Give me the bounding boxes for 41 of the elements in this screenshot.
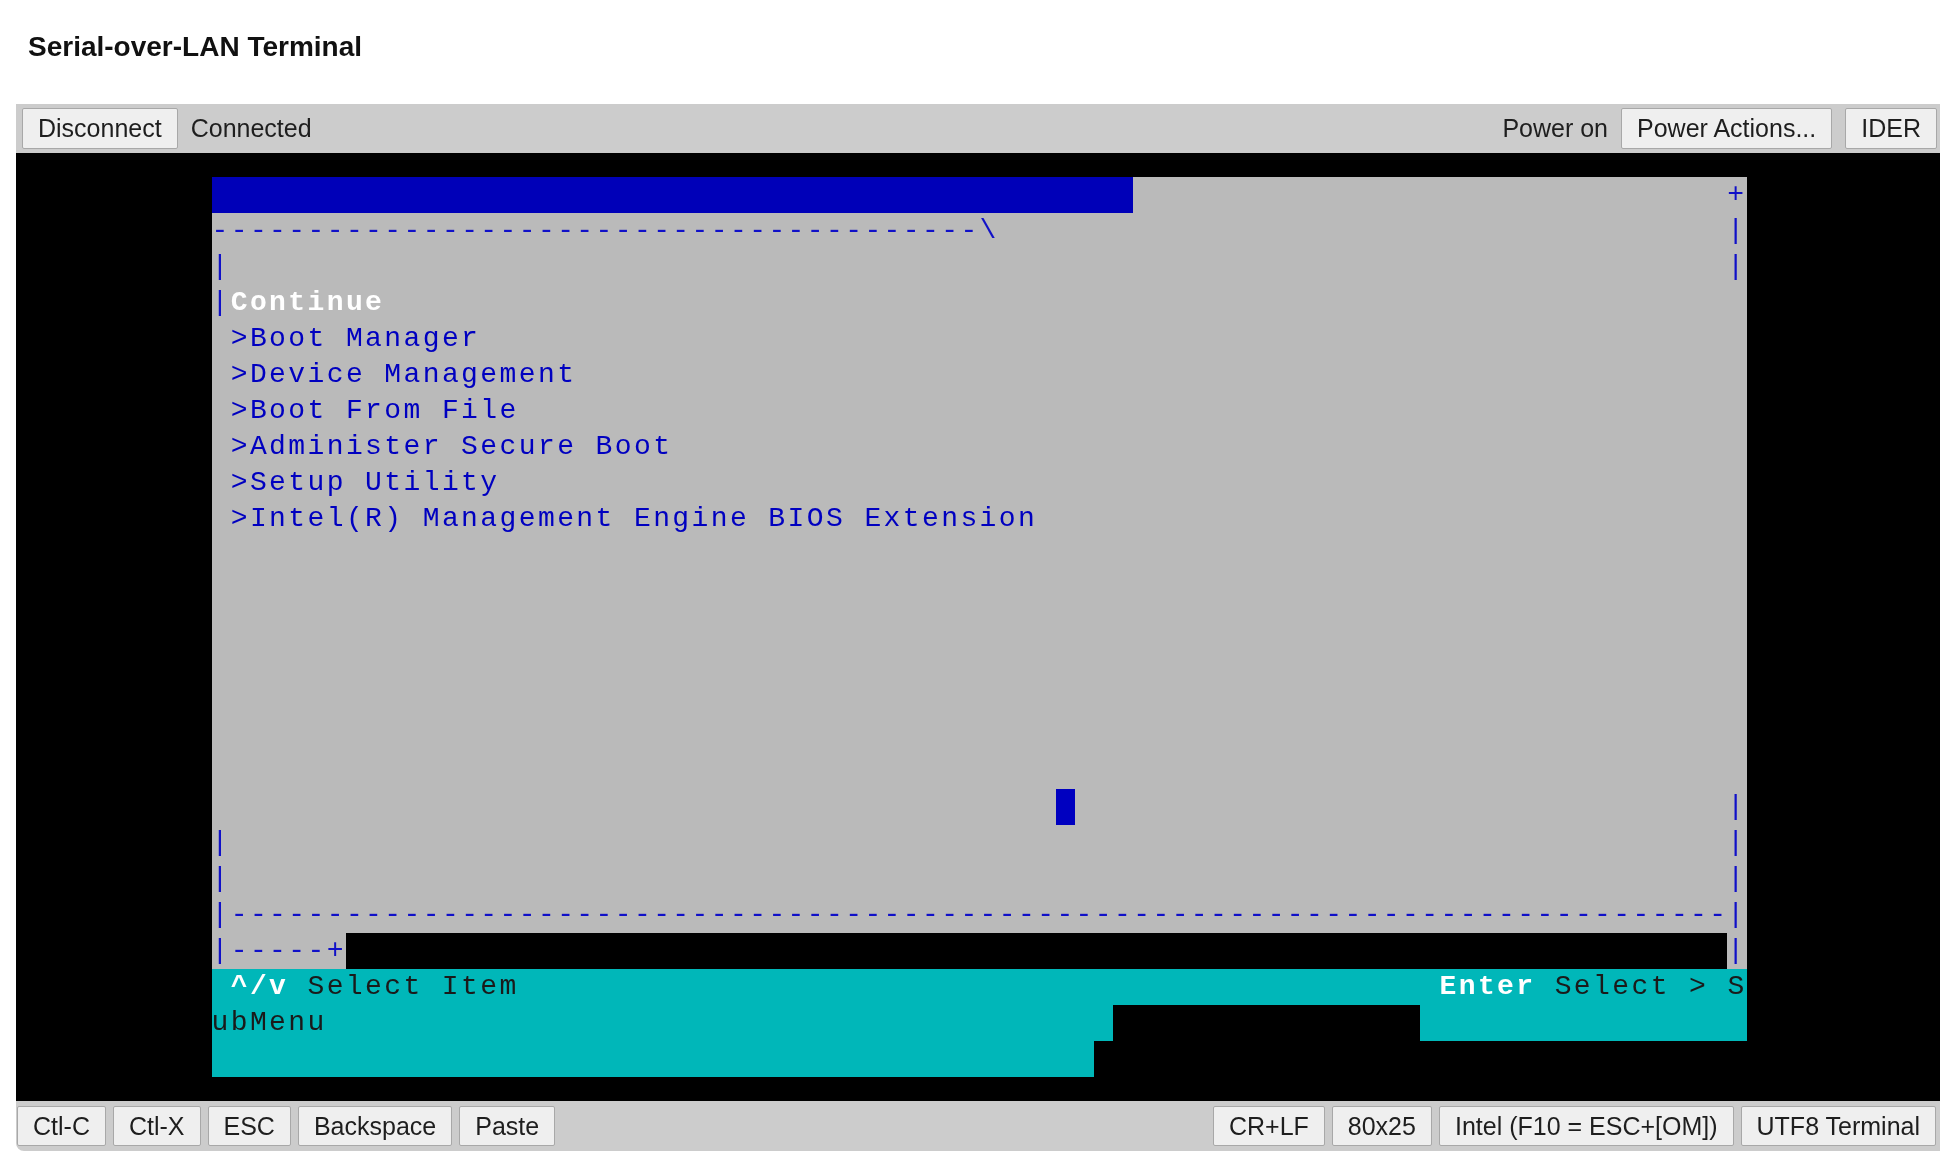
status-text: Power on <box>1502 114 1608 143</box>
frame-edge: | <box>211 862 231 896</box>
frame-edge: | <box>1727 898 1747 932</box>
frame-corner: + <box>1727 178 1747 212</box>
frame-edge: | <box>1727 214 1747 248</box>
key-button[interactable]: Ctl-X <box>112 1106 201 1146</box>
key-button[interactable]: 80x25 <box>1331 1106 1432 1146</box>
menu-item[interactable]: >Device Management <box>230 357 577 393</box>
key-button[interactable]: Intel (F10 = ESC+[OM]) <box>1438 1106 1734 1146</box>
menu-item[interactable]: >Intel(R) Management Engine BIOS Extension <box>230 501 1038 537</box>
key-hint: ^/v <box>230 970 289 1004</box>
menu-item[interactable]: >Setup Utility <box>230 465 500 501</box>
frame-rule: |-----+ <box>211 934 346 968</box>
menu-item[interactable]: >Boot Manager <box>230 321 481 357</box>
status-text: Connected <box>190 114 312 143</box>
key-button[interactable]: ESC <box>207 1106 291 1146</box>
key-button[interactable]: CR+LF <box>1212 1106 1325 1146</box>
frame-edge: | <box>1727 790 1747 824</box>
toolbar-button[interactable]: IDER <box>1845 108 1937 149</box>
key-button[interactable]: Ctl-C <box>17 1106 106 1146</box>
key-button[interactable]: Backspace <box>297 1106 453 1146</box>
hint-text: ubMenu <box>211 1006 327 1040</box>
frame-edge: | <box>211 250 231 284</box>
key-hint: Enter <box>1439 970 1536 1004</box>
menu-item[interactable]: >Administer Secure Boot <box>230 429 673 465</box>
frame-edge: | <box>211 826 231 860</box>
page-title: Serial-over-LAN Terminal <box>28 31 363 62</box>
frame-edge: | <box>1727 934 1747 968</box>
key-button[interactable]: Paste <box>459 1106 556 1146</box>
frame-edge: | <box>211 286 231 320</box>
frame-edge: | <box>1727 862 1747 896</box>
frame-edge: | <box>1727 826 1747 860</box>
hint-text: Select > S <box>1554 970 1747 1004</box>
toolbar-button[interactable]: Power Actions... <box>1621 108 1833 149</box>
key-button[interactable]: UTF8 Terminal <box>1740 1106 1936 1146</box>
frame-rule: ----------------------------------------\ <box>211 214 999 248</box>
hint-text: Select Item <box>307 970 519 1004</box>
frame-edge: | <box>1727 250 1747 284</box>
frame-rule: |------------------------------------------------------------------------------ <box>211 898 1729 932</box>
menu-item[interactable]: >Boot From File <box>230 393 519 429</box>
toolbar-button[interactable]: Disconnect <box>22 108 178 149</box>
